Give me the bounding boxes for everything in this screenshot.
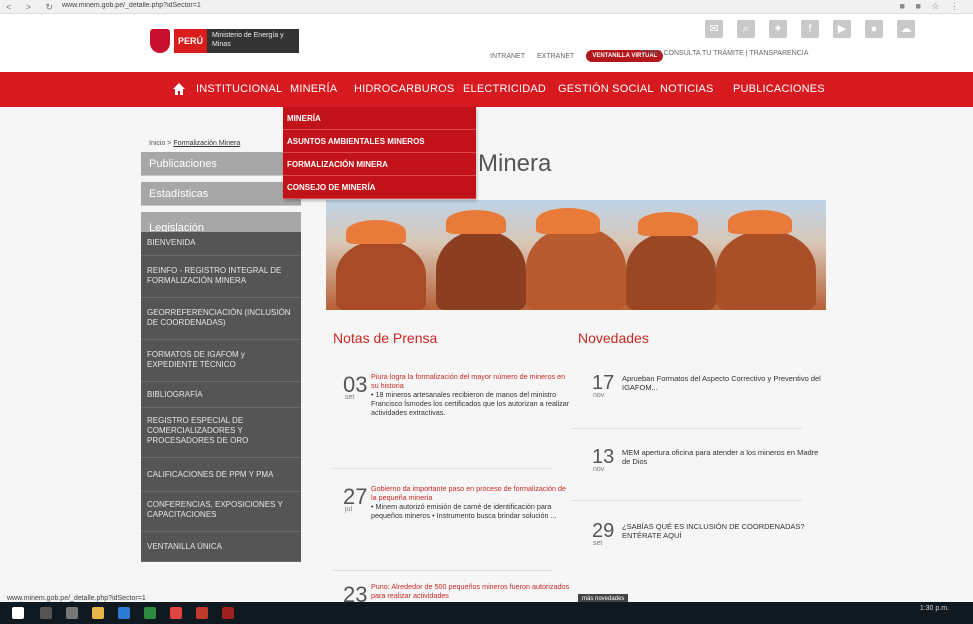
youtube-icon[interactable]: ▶ — [833, 20, 851, 38]
nav-electricidad[interactable]: ELECTRICIDAD — [463, 83, 546, 95]
minem-logo[interactable]: PERÚ Ministerio de Energía y Minas — [150, 28, 300, 54]
facebook-icon[interactable]: f — [801, 20, 819, 38]
nav-publicaciones[interactable]: PUBLICACIONES — [733, 83, 825, 95]
hero-image-miners — [326, 200, 826, 310]
nav-gestion-social[interactable]: GESTIÓN SOCIAL — [558, 83, 654, 95]
clock[interactable]: 1:30 p.m. — [920, 605, 949, 612]
divider — [333, 468, 553, 469]
link-intranet[interactable]: INTRANET — [490, 53, 525, 60]
nav-mineria[interactable]: MINERÍA — [290, 83, 337, 95]
excel-icon[interactable] — [144, 607, 156, 619]
menu-item-ventanilla-unica[interactable]: VENTANILLA ÚNICA — [141, 532, 301, 562]
menu-item-bibliografia[interactable]: BIBLIOGRAFÍA — [141, 382, 301, 408]
novedad-text[interactable]: Aprueban Formatos del Aspecto Correctivo… — [622, 374, 822, 392]
browser-extension-icons[interactable]: ■ ■ ☆ ⋮ — [900, 1, 963, 12]
news-month: jul — [345, 506, 353, 513]
tab-publicaciones[interactable]: Publicaciones — [141, 152, 301, 176]
search-icon[interactable] — [40, 607, 52, 619]
news-headline[interactable]: Puno: Alrededor de 500 pequeños mineros … — [371, 582, 569, 600]
browser-toolbar: < > ↻ www.minem.gob.pe/_detalle.php?idSe… — [0, 0, 973, 14]
dropdown-item-formalizacion[interactable]: FORMALIZACIÓN MINERA — [283, 153, 476, 176]
left-menu: BIENVENIDA REINFO - REGISTRO INTEGRAL DE… — [141, 232, 301, 562]
nav-institucional[interactable]: INSTITUCIONAL — [196, 83, 282, 95]
menu-item-formatos-igafom[interactable]: FORMATOS DE IGAFOM y EXPEDIENTE TÉCNICO — [141, 340, 301, 382]
breadcrumb: Inicio > Formalización Minera — [149, 140, 241, 147]
store-icon[interactable] — [118, 607, 130, 619]
news-text: Puno: Alrededor de 500 pequeños mineros … — [371, 582, 571, 600]
news-month: set — [345, 394, 355, 401]
browser-window: < > ↻ www.minem.gob.pe/_detalle.php?idSe… — [0, 0, 973, 624]
menu-item-bienvenida[interactable]: BIENVENIDA — [141, 232, 301, 256]
menu-item-conferencias[interactable]: CONFERENCIAS, EXPOSICIONES Y CAPACITACIO… — [141, 492, 301, 532]
page-title: Minera — [478, 150, 552, 177]
windows-taskbar: 1:30 p.m. — [0, 602, 973, 624]
divider — [572, 428, 802, 429]
email-icon[interactable]: ✉ — [705, 20, 723, 38]
top-links: INTRANET EXTRANET VENTANILLA VIRTUAL — [490, 50, 664, 62]
notas-title: Notas de Prensa — [333, 330, 438, 346]
news-text: Piura logra la formalización del mayor n… — [371, 372, 571, 417]
novedades-title: Novedades — [578, 330, 649, 346]
novedad-month: set — [593, 540, 603, 547]
file-explorer-icon[interactable] — [92, 607, 104, 619]
link-extranet[interactable]: EXTRANET — [537, 53, 574, 60]
pdf-icon[interactable] — [196, 607, 208, 619]
nav-hidrocarburos[interactable]: HIDROCARBUROS — [354, 83, 454, 95]
menu-item-georreferenciacion[interactable]: GEORREFERENCIACIÓN (INCLUSIÓN DE COORDEN… — [141, 298, 301, 340]
menu-item-reinfo[interactable]: REINFO - REGISTRO INTEGRAL DE FORMALIZAC… — [141, 256, 301, 298]
mineria-dropdown: MINERÍA ASUNTOS AMBIENTALES MINEROS FORM… — [283, 107, 476, 199]
dropdown-item-mineria[interactable]: MINERÍA — [283, 107, 476, 130]
nav-noticias[interactable]: NOTICIAS — [660, 83, 714, 95]
task-view-icon[interactable] — [66, 607, 78, 619]
soundcloud-icon[interactable]: ☁ — [897, 20, 915, 38]
news-headline[interactable]: Gobierno da importante paso en proceso d… — [371, 484, 566, 502]
search-icon[interactable]: ⌕ — [737, 20, 755, 38]
novedad-text[interactable]: ¿SABÍAS QUÉ ES INCLUSIÓN DE COORDENADAS?… — [622, 522, 822, 540]
novedad-month: nov — [593, 392, 605, 399]
top-links-secondary[interactable]: TUPA | CONSULTA TU TRÁMITE | TRANSPARENC… — [640, 50, 808, 57]
site-header: PERÚ Ministerio de Energía y Minas ✉ ⌕ ✦… — [0, 14, 973, 72]
news-body: • Minem autorizó emisión de carné de ide… — [371, 502, 557, 520]
flickr-icon[interactable]: ● — [865, 20, 883, 38]
tab-estadisticas[interactable]: Estadísticas — [141, 182, 301, 206]
social-icons: ✉ ⌕ ✦ f ▶ ● ☁ — [705, 20, 915, 38]
logo-peru: PERÚ — [174, 29, 208, 53]
menu-item-registro-especial[interactable]: REGISTRO ESPECIAL DE COMERCIALIZADORES Y… — [141, 408, 301, 458]
main-nav: INSTITUCIONAL MINERÍA HIDROCARBUROS ELEC… — [0, 72, 973, 107]
windows-start-icon[interactable] — [12, 607, 24, 619]
home-icon[interactable] — [172, 82, 186, 96]
news-text: Gobierno da importante paso en proceso d… — [371, 484, 571, 520]
news-headline[interactable]: Piura logra la formalización del mayor n… — [371, 372, 565, 390]
logo-ministry: Ministerio de Energía y Minas — [207, 29, 300, 53]
divider — [572, 500, 802, 501]
divider — [333, 570, 553, 571]
browser-nav-icons[interactable]: < > ↻ — [6, 2, 59, 13]
news-body: • 18 mineros artesanales recibieron de m… — [371, 390, 570, 417]
chrome-icon[interactable] — [170, 607, 182, 619]
breadcrumb-current[interactable]: Formalización Minera — [173, 140, 240, 147]
dropdown-item-consejo[interactable]: CONSEJO DE MINERÍA — [283, 176, 476, 199]
twitter-icon[interactable]: ✦ — [769, 20, 787, 38]
dropdown-item-asuntos-ambientales[interactable]: ASUNTOS AMBIENTALES MINEROS — [283, 130, 476, 153]
left-tabs: Publicaciones Estadísticas Legislación — [141, 152, 301, 244]
app-icon[interactable] — [222, 607, 234, 619]
menu-item-calificaciones[interactable]: CALIFICACIONES DE PPM Y PMA — [141, 458, 301, 492]
novedad-text[interactable]: MEM apertura oficina para atender a los … — [622, 448, 822, 466]
address-bar[interactable]: www.minem.gob.pe/_detalle.php?idSector=1 — [62, 2, 492, 12]
coat-of-arms-icon — [150, 29, 170, 53]
novedad-month: nov — [593, 466, 605, 473]
breadcrumb-home[interactable]: Inicio — [149, 140, 165, 147]
